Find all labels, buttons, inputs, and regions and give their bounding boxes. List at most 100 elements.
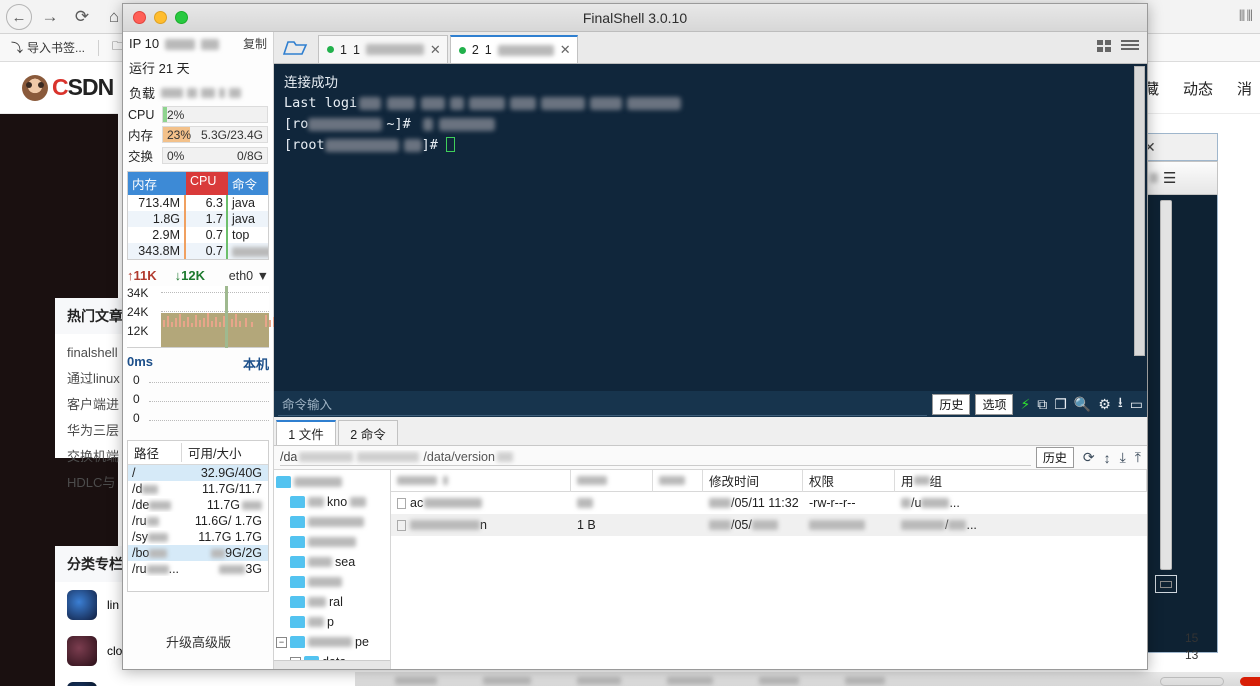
grid-view-icon[interactable] bbox=[1097, 39, 1113, 56]
swap-detail: 0/8G bbox=[236, 148, 263, 163]
secondary-button[interactable] bbox=[1160, 677, 1224, 686]
forward-button[interactable]: → bbox=[36, 3, 64, 31]
toolbar-item[interactable] bbox=[483, 677, 531, 685]
nav-item-activity[interactable]: 动态 bbox=[1183, 78, 1213, 99]
ping-host[interactable]: 本机 bbox=[243, 354, 269, 373]
table-row[interactable]: 2.9M 0.7 top bbox=[128, 227, 268, 243]
refresh-icon[interactable]: ⟳ bbox=[1083, 449, 1095, 466]
csdn-logo[interactable]: CSDN bbox=[22, 74, 114, 101]
table-row[interactable]: 713.4M 6.3 java bbox=[128, 195, 268, 211]
path-input[interactable]: /da/data/version bbox=[280, 450, 1031, 466]
column-header-size[interactable]: 可用/大小 bbox=[182, 443, 268, 462]
toolbar-item[interactable] bbox=[577, 677, 621, 685]
path-history-button[interactable]: 历史 bbox=[1035, 447, 1074, 468]
tree-node[interactable] bbox=[274, 532, 390, 552]
table-row[interactable]: ac /05/11 11:32 -rw-r--r-- /u... bbox=[391, 492, 1147, 514]
folder-tree: kno sea ral p − pe bbox=[274, 470, 391, 669]
options-button[interactable]: 选项 bbox=[975, 393, 1014, 415]
copy-icon[interactable]: ⧉ bbox=[1037, 396, 1047, 413]
right-window-scrollbar[interactable] bbox=[1160, 200, 1172, 570]
column-header-memory[interactable]: 内存 bbox=[128, 172, 186, 195]
tree-label: pe bbox=[355, 635, 369, 649]
cell-perm bbox=[803, 514, 895, 536]
table-row[interactable]: /d 11.7G/11.7 bbox=[128, 481, 268, 497]
toolbar-item[interactable] bbox=[395, 677, 437, 685]
table-row[interactable]: / 32.9G/40G bbox=[128, 465, 268, 481]
interface-selector[interactable]: eth0 ▼ bbox=[229, 269, 269, 283]
open-folder-button[interactable] bbox=[274, 31, 318, 63]
nav-item-more[interactable]: 消 bbox=[1237, 78, 1252, 99]
list-view-icon[interactable] bbox=[1121, 39, 1139, 56]
folder-icon bbox=[283, 41, 308, 55]
table-row[interactable]: 343.8M 0.7 e. bbox=[128, 243, 268, 259]
right-window-status-icon[interactable] bbox=[1155, 575, 1177, 593]
tree-label-blur bbox=[308, 577, 342, 587]
column-header-name[interactable] bbox=[391, 469, 571, 492]
toolbar-icon[interactable] bbox=[1150, 173, 1158, 183]
tree-horizontal-scrollbar[interactable] bbox=[274, 660, 390, 669]
download-icon[interactable]: ⭳ bbox=[1118, 392, 1123, 416]
import-bookmarks-button[interactable]: ⤵ 导入书签... bbox=[6, 37, 90, 58]
browser-menu-icon[interactable]: ⦀⦀ bbox=[1239, 8, 1254, 25]
column-header-type[interactable] bbox=[653, 469, 703, 492]
terminal-output[interactable]: 连接成功 Last logi [ro ~]# [root]# bbox=[274, 64, 1147, 391]
bolt-icon[interactable]: ⚡ bbox=[1020, 396, 1030, 413]
column-header-path[interactable]: 路径 bbox=[128, 443, 182, 462]
toolbar-item[interactable] bbox=[667, 677, 713, 685]
file-list: 修改时间 权限 用组 ac /05/11 11:32 -rw-r--r-- /u… bbox=[391, 469, 1147, 669]
column-header-mtime[interactable]: 修改时间 bbox=[703, 469, 803, 492]
tree-node[interactable]: − pe bbox=[274, 632, 390, 652]
back-button[interactable]: ← bbox=[6, 4, 32, 30]
table-row[interactable]: /ru... 3G bbox=[128, 561, 268, 577]
session-tab-1[interactable]: 1 1 ✕ bbox=[318, 35, 448, 63]
table-row[interactable]: 1.8G 1.7 java bbox=[128, 211, 268, 227]
sort-icon[interactable]: ↕ bbox=[1104, 450, 1111, 466]
tree-node[interactable]: kno bbox=[274, 492, 390, 512]
load-row: 负载 bbox=[123, 80, 273, 105]
search-icon[interactable]: 🔍 bbox=[1074, 396, 1091, 413]
close-icon[interactable]: ✕ bbox=[560, 42, 571, 58]
table-row[interactable]: /ru 11.6G/ 1.7G bbox=[128, 513, 268, 529]
table-row[interactable]: /sy 11.7G 1.7G bbox=[128, 529, 268, 545]
file-browser: kno sea ral p − pe 修改时间 权限 用 组 ac /05/11… bbox=[274, 469, 1147, 669]
tree-node[interactable]: p bbox=[274, 612, 390, 632]
download-icon[interactable]: ⤓ bbox=[1120, 449, 1126, 466]
session-tab-2[interactable]: 2 1 ✕ bbox=[449, 35, 578, 63]
upgrade-button[interactable]: 升级高级版 bbox=[123, 632, 274, 651]
collapse-icon[interactable]: − bbox=[276, 636, 287, 648]
tab-commands[interactable]: 2 命令 bbox=[338, 420, 398, 445]
tree-node[interactable] bbox=[274, 512, 390, 532]
toolbar-item[interactable] bbox=[759, 677, 799, 685]
tree-label-blur bbox=[294, 477, 342, 487]
gear-icon[interactable]: ⚙ bbox=[1098, 396, 1111, 413]
upload-icon[interactable]: ⤒ bbox=[1135, 449, 1141, 466]
load-blur bbox=[219, 87, 226, 98]
tree-node[interactable]: sea bbox=[274, 552, 390, 572]
column-header-command[interactable]: 命令 bbox=[228, 172, 268, 195]
toolbar-item[interactable] bbox=[845, 677, 885, 685]
table-row[interactable]: /de 11.7G bbox=[128, 497, 268, 513]
ping-header: 0ms 本机 bbox=[127, 354, 269, 373]
tab-files[interactable]: 1 文件 bbox=[276, 420, 336, 445]
tree-node[interactable] bbox=[274, 572, 390, 592]
column-header-size[interactable] bbox=[571, 469, 653, 492]
column-header-cpu[interactable]: CPU bbox=[186, 172, 228, 195]
column-header-owner[interactable]: 用组 bbox=[895, 469, 1147, 492]
column-header-perm[interactable]: 权限 bbox=[803, 469, 895, 492]
copy-button[interactable]: 复制 bbox=[243, 35, 267, 52]
paste-icon[interactable]: ❐ bbox=[1054, 396, 1067, 413]
tree-label: sea bbox=[335, 555, 356, 569]
close-icon[interactable]: ✕ bbox=[430, 42, 441, 58]
window-icon[interactable]: ▭ bbox=[1130, 396, 1143, 413]
tree-node[interactable] bbox=[274, 472, 390, 492]
table-row[interactable]: /bo 9G/2G bbox=[128, 545, 268, 561]
tree-node[interactable]: ral bbox=[274, 592, 390, 612]
table-row[interactable]: n 1 B /05/ /... bbox=[391, 514, 1147, 536]
reload-button[interactable]: ⟳ bbox=[68, 3, 96, 31]
list-item[interactable] bbox=[55, 674, 295, 686]
history-button[interactable]: 历史 bbox=[932, 393, 971, 415]
primary-red-button[interactable] bbox=[1240, 677, 1260, 686]
terminal-scrollbar[interactable] bbox=[1134, 66, 1145, 356]
hamburger-icon[interactable]: ☰ bbox=[1163, 169, 1176, 187]
command-input[interactable]: 命令输入 bbox=[278, 392, 928, 416]
